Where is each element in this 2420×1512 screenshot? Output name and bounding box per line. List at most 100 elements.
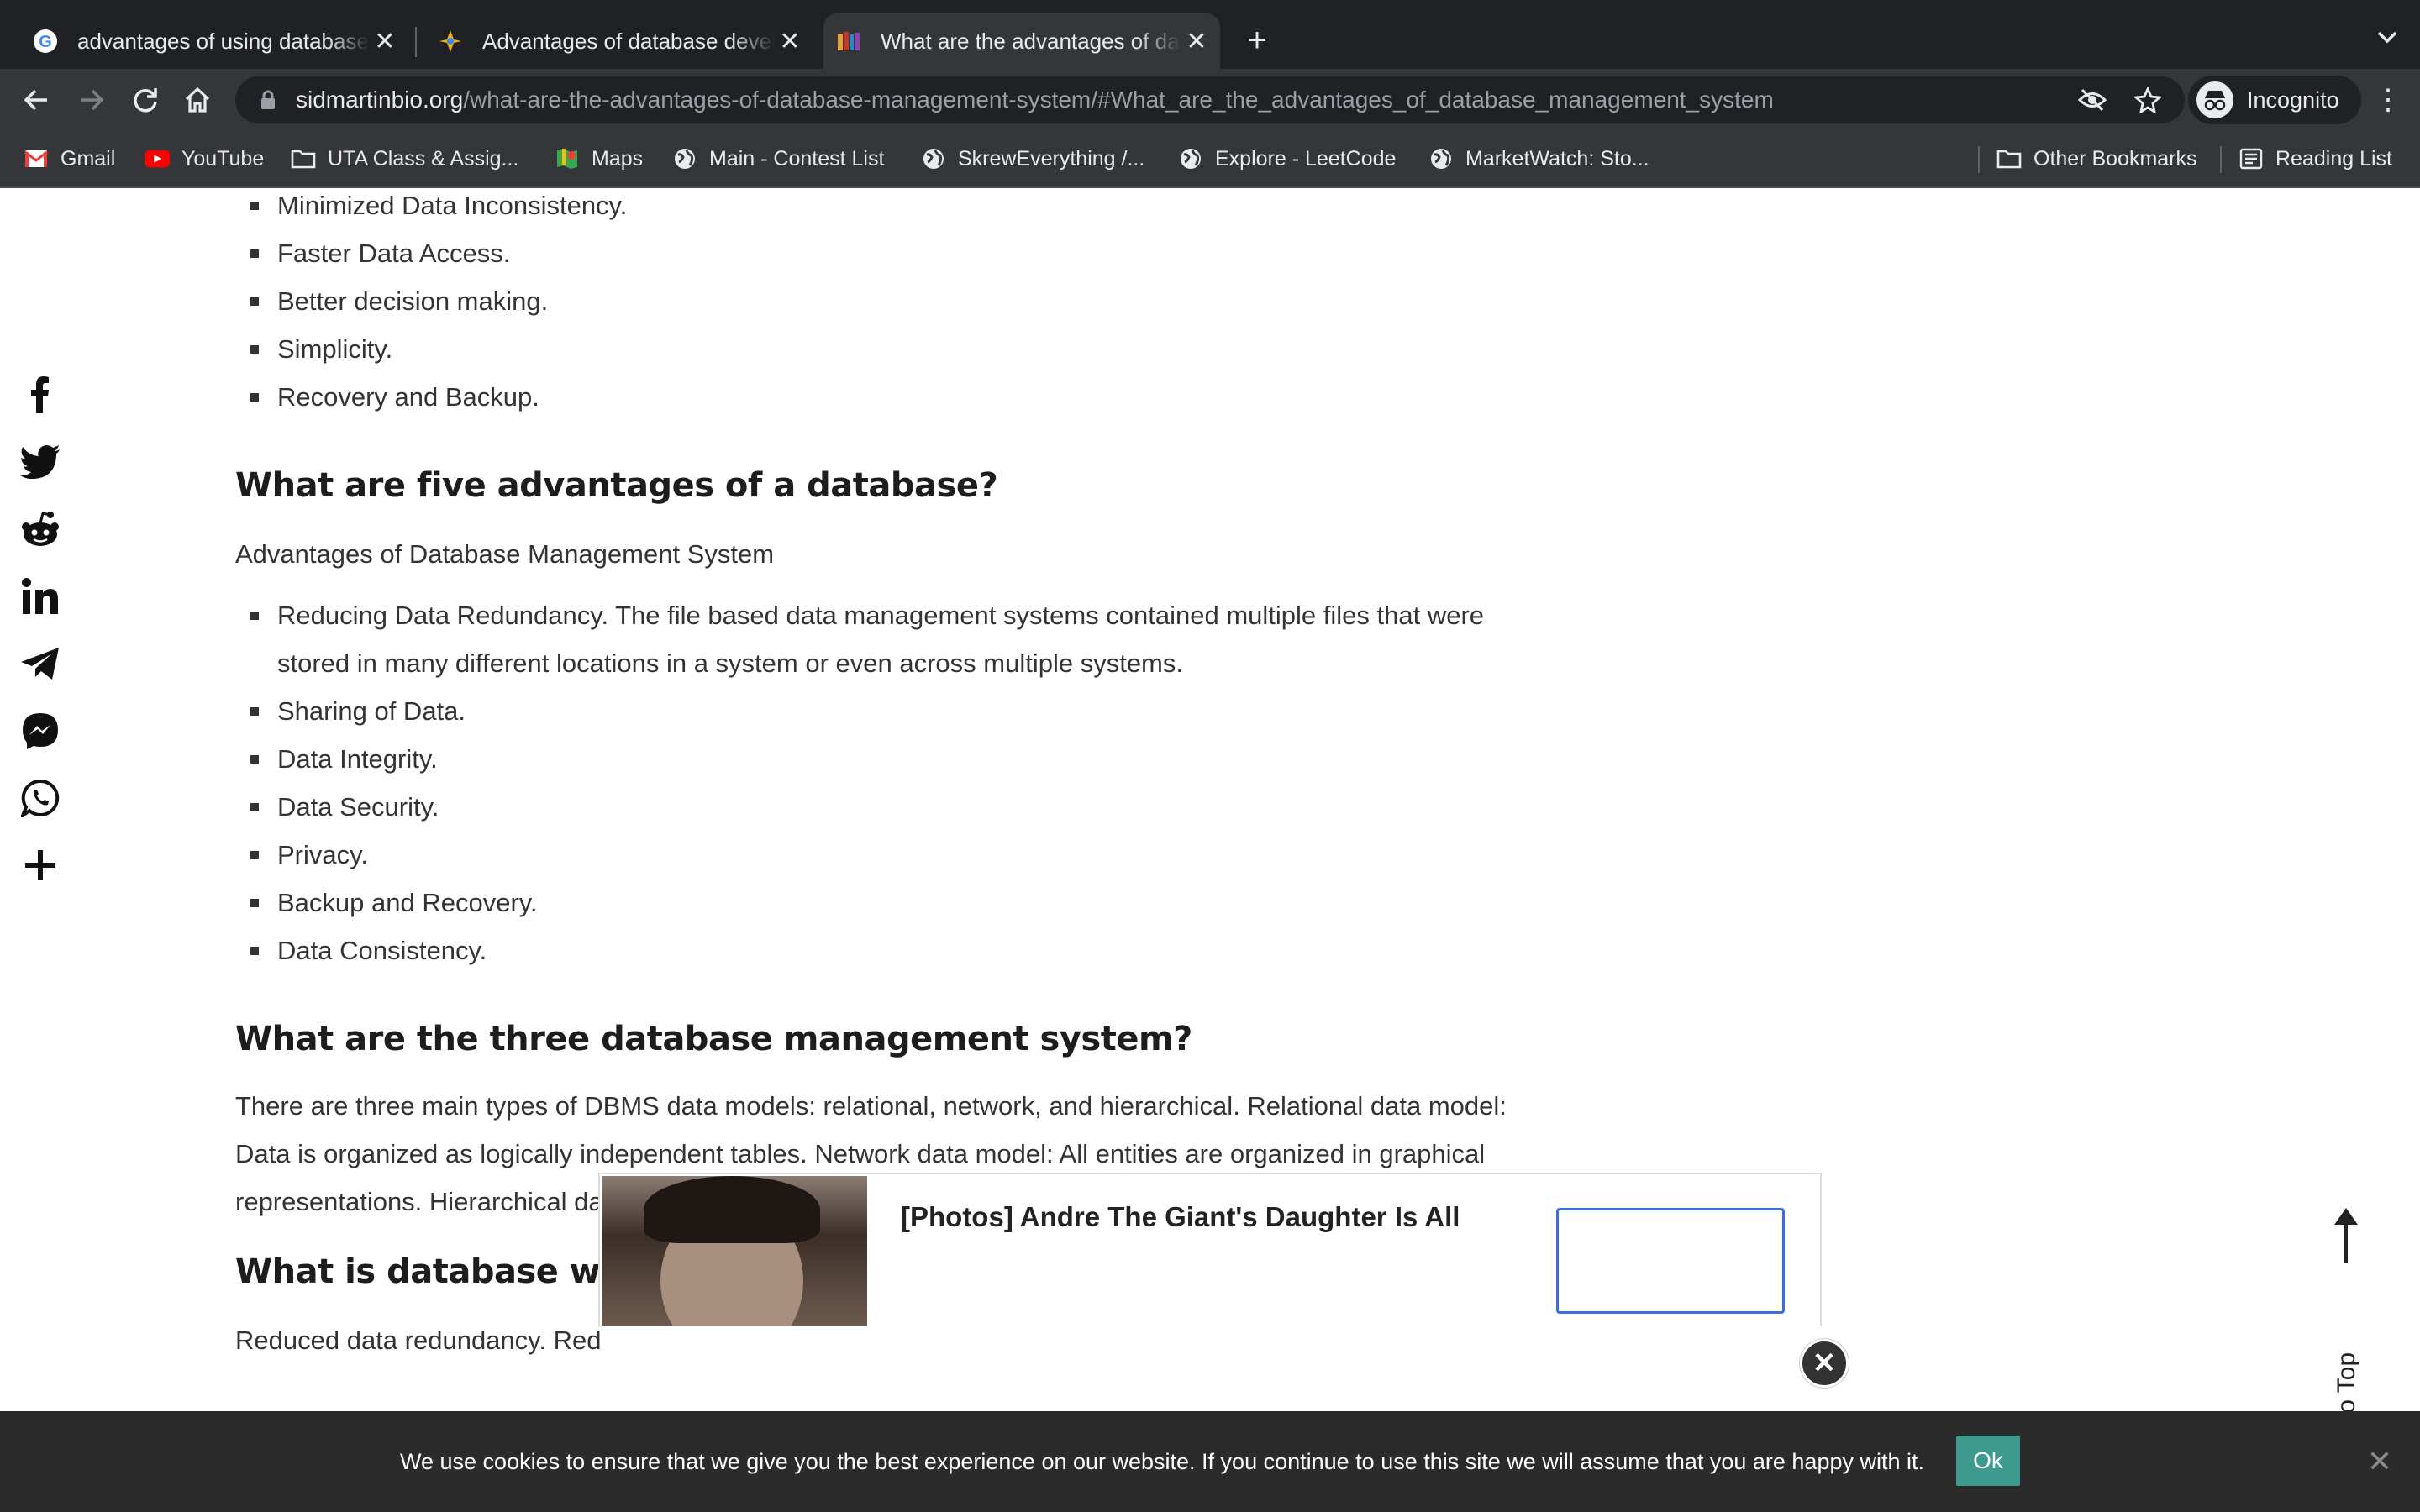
bookmark-label: Explore - LeetCode: [1215, 146, 1397, 171]
messenger-icon[interactable]: [17, 707, 64, 754]
bard-sparkle-icon: [437, 28, 464, 55]
list-item: Reducing Data Redundancy. The file based…: [235, 591, 1546, 687]
tab-title: advantages of using database: [77, 28, 369, 54]
incognito-icon: [2196, 81, 2233, 118]
bookmark-label: YouTube: [182, 146, 265, 171]
list-item: Minimized Data Inconsistency.: [235, 188, 1546, 229]
globe-icon: [672, 146, 697, 171]
tab-strip: G advantages of using database ✕ Advanta…: [0, 0, 2420, 69]
tab-search-chevron-icon[interactable]: [2376, 24, 2398, 50]
maps-icon: [555, 146, 580, 171]
list-item: Better decision making.: [235, 277, 1546, 325]
star-bookmark-icon[interactable]: [2129, 81, 2166, 118]
list-item: Simplicity.: [235, 325, 1546, 373]
other-bookmarks-folder[interactable]: Other Bookmarks: [1996, 131, 2197, 186]
advantages-list-five: Reducing Data Redundancy. The file based…: [235, 591, 1546, 974]
telegram-icon[interactable]: [17, 640, 64, 687]
folder-icon: [1996, 146, 2022, 171]
lock-icon[interactable]: [257, 89, 279, 111]
bookmark-label: Main - Contest List: [709, 146, 885, 171]
books-icon: [835, 28, 862, 55]
cookie-message: We use cookies to ensure that we give yo…: [400, 1448, 1924, 1474]
bookmark-skreweverything[interactable]: SkrewEverything /...: [921, 131, 1144, 186]
paragraph-dbms-advantages: Advantages of Database Management System: [235, 539, 775, 569]
close-tab-icon[interactable]: ✕: [1181, 26, 1212, 56]
reading-list-button[interactable]: Reading List: [2238, 131, 2392, 186]
advantages-list-top: Minimized Data Inconsistency. Faster Dat…: [235, 188, 1546, 421]
reddit-icon[interactable]: [17, 506, 64, 553]
sticky-ad-banner[interactable]: [Photos] Andre The Giant's Daughter Is A…: [598, 1173, 1822, 1326]
list-item: Faster Data Access.: [235, 229, 1546, 277]
list-item: Privacy.: [235, 831, 1546, 879]
whatsapp-icon[interactable]: [17, 774, 64, 822]
incognito-profile-button[interactable]: Incognito: [2188, 76, 2361, 124]
close-tab-icon[interactable]: ✕: [370, 26, 400, 56]
more-plus-icon[interactable]: [17, 842, 64, 889]
ad-photo-hair: [644, 1176, 820, 1243]
bookmark-label: MarketWatch: Sto...: [1465, 146, 1649, 171]
reading-list-icon: [2238, 146, 2264, 171]
forward-arrow-icon[interactable]: [71, 79, 113, 121]
list-item: Backup and Recovery.: [235, 879, 1546, 927]
bookmark-uta-folder[interactable]: UTA Class & Assig...: [291, 131, 518, 186]
url-text[interactable]: sidmartinbio.org/what-are-the-advantages…: [296, 87, 1774, 113]
bookmark-label: Reading List: [2275, 146, 2392, 171]
twitter-icon[interactable]: [17, 438, 64, 486]
tab-title: Advantages of database develo: [482, 28, 775, 54]
bookmark-label: UTA Class & Assig...: [328, 146, 519, 171]
bookmark-leetcode[interactable]: Explore - LeetCode: [1178, 131, 1396, 186]
ad-cta-button[interactable]: [1556, 1208, 1785, 1314]
bookmarks-bar: Gmail YouTube UTA Class & Assig... Maps …: [0, 131, 2420, 188]
ad-photo[interactable]: [602, 1176, 867, 1326]
ad-headline[interactable]: [Photos] Andre The Giant's Daughter Is A…: [901, 1201, 1460, 1233]
linkedin-icon[interactable]: [17, 573, 64, 620]
google-icon: G: [32, 28, 59, 55]
more-menu-icon[interactable]: ⋮: [2371, 79, 2405, 121]
heading-three-dbms: What are the three database management s…: [235, 1020, 1192, 1058]
bookmark-label: Gmail: [60, 146, 116, 171]
back-arrow-icon[interactable]: [15, 79, 57, 121]
url-host: sidmartinbio.org: [296, 87, 464, 113]
bookmark-label: SkrewEverything /...: [958, 146, 1145, 171]
url-path: /what-are-the-advantages-of-database-man…: [463, 87, 1774, 113]
up-arrow-shaft: [2344, 1213, 2348, 1263]
reload-icon[interactable]: [124, 79, 166, 121]
bookmark-label: Maps: [592, 146, 644, 171]
list-item: Data Consistency.: [235, 927, 1546, 974]
bookmark-marketwatch[interactable]: MarketWatch: Sto...: [1428, 131, 1649, 186]
close-tab-icon[interactable]: ✕: [775, 26, 805, 56]
list-item: Data Security.: [235, 783, 1546, 831]
new-tab-icon[interactable]: +: [1239, 22, 1276, 59]
bookmark-youtube[interactable]: YouTube: [145, 131, 264, 186]
eye-slash-icon[interactable]: [2074, 81, 2111, 118]
cookie-close-icon[interactable]: ✕: [2361, 1443, 2398, 1480]
list-item: Recovery and Backup.: [235, 373, 1546, 421]
globe-icon: [1428, 146, 1454, 171]
bookmark-contest-list[interactable]: Main - Contest List: [672, 131, 884, 186]
bookmarks-divider: [1978, 146, 1980, 173]
tab-what-are-advantages[interactable]: What are the advantages of dat ✕: [823, 13, 1220, 69]
social-share-bar: [17, 371, 64, 909]
facebook-icon[interactable]: [17, 371, 64, 418]
bookmark-maps[interactable]: Maps: [555, 131, 643, 186]
gmail-icon: [24, 146, 49, 171]
cookie-consent-bar: We use cookies to ensure that we give yo…: [0, 1411, 2420, 1512]
globe-icon: [1178, 146, 1203, 171]
tab-google-search[interactable]: G advantages of using database ✕: [17, 13, 408, 69]
list-item: Sharing of Data.: [235, 687, 1546, 735]
list-item: Data Integrity.: [235, 735, 1546, 783]
close-ad-icon[interactable]: ✕: [1800, 1339, 1849, 1388]
address-bar[interactable]: sidmartinbio.org/what-are-the-advantages…: [235, 76, 2185, 123]
bookmarks-divider: [2220, 146, 2222, 173]
tab-advantages-develop[interactable]: Advantages of database develo ✕: [422, 13, 813, 69]
bookmark-gmail[interactable]: Gmail: [24, 131, 115, 186]
home-icon[interactable]: [176, 79, 218, 121]
tab-divider: [415, 27, 417, 57]
incognito-label: Incognito: [2247, 87, 2339, 113]
globe-icon: [921, 146, 946, 171]
folder-icon: [291, 146, 316, 171]
svg-text:G: G: [39, 33, 52, 51]
cookie-ok-button[interactable]: Ok: [1956, 1436, 2020, 1486]
browser-toolbar: sidmartinbio.org/what-are-the-advantages…: [0, 69, 2420, 131]
tab-title: What are the advantages of dat: [881, 28, 1181, 54]
